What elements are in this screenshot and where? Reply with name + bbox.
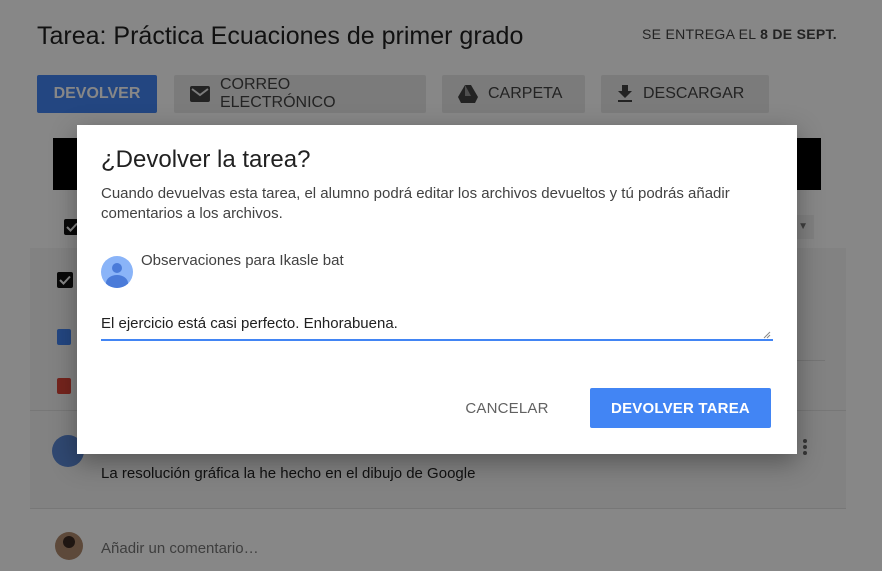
return-assignment-dialog: ¿Devolver la tarea? Cuando devuelvas est… (77, 125, 797, 454)
dialog-description: Cuando devuelvas esta tarea, el alumno p… (101, 185, 730, 222)
dialog-title: ¿Devolver la tarea? (101, 146, 311, 173)
cancel-button[interactable]: CANCELAR (453, 388, 561, 428)
resize-grip-icon[interactable] (763, 331, 771, 339)
student-avatar-icon (101, 256, 133, 288)
return-assignment-button[interactable]: DEVOLVER TAREA (590, 388, 771, 428)
feedback-textarea[interactable] (101, 313, 773, 341)
observations-label: Observaciones para Ikasle bat (141, 252, 344, 269)
